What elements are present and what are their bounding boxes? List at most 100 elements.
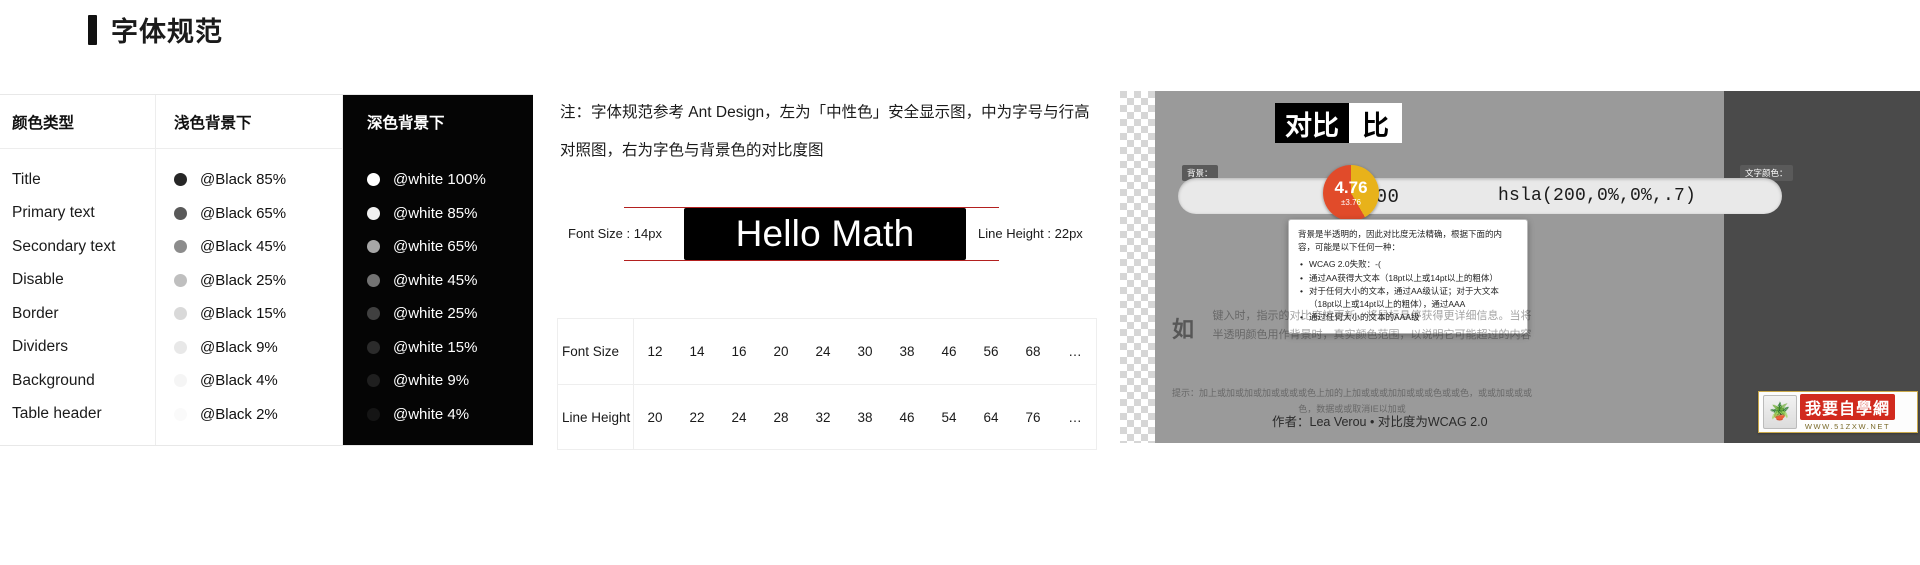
color-table: 颜色类型 浅色背景下 深色背景下 Title @Black 85% @white 1… [0,94,533,446]
light-value-label: @Black 65% [200,204,287,222]
contrast-title: 对比 比 [1275,103,1402,143]
light-value-label: @Black 45% [200,238,287,256]
contrast-ratio-value: 4.76 [1334,178,1368,197]
cell-dark-value: @white 9% [343,364,533,398]
dark-value-label: @white 85% [393,204,478,222]
cell-dark-value: @white 25% [343,297,533,331]
line-height-annotation: Line Height : 22px [974,224,1087,243]
cell-light-value: @Black 45% [156,230,343,264]
size-value: 16 [731,344,747,359]
cell-color-type: Secondary text [0,230,156,264]
faded-paragraph-1: 键入时，指示的对比度被更新。将鼠标悬停获得更详细信息。当将半透明颜色用作背景时，… [1212,310,1532,342]
size-value: 38 [857,409,873,425]
color-swatch-light [174,340,187,354]
table-row: Dividers @Black 9% @white 15% [0,330,533,364]
popover-item: 通过AA获得大文本（18pt以上或14pt以上的粗体） [1300,272,1518,285]
table-row: Border @Black 15% @white 25% [0,297,533,331]
contrast-title-black: 对比 [1275,103,1349,143]
color-table-spacer [0,149,533,163]
cell-color-type: Dividers [0,330,156,364]
color-swatch-light [174,374,187,388]
size-value: 46 [941,344,957,359]
color-swatch-dark [367,206,380,220]
size-value: 68 [1025,344,1041,359]
foreground-color-input[interactable]: hsla(200,0%,0%,.7) [1498,186,1696,206]
watermark-url: WWW.51ZXW.NET [1804,421,1891,431]
cell-light-value: @Black 65% [156,196,343,230]
size-scale-table: Font Size 12 14 16 20 24 30 38 46 56 68… Line Heigh… [557,318,1097,450]
column-header-dark: 深色背景下 [343,95,533,149]
color-type-label: Primary text [12,204,95,222]
color-type-label: Secondary text [12,237,116,255]
dark-value-label: @white 15% [393,338,478,356]
contrast-ratio-delta: ±3.76 [1341,198,1361,207]
dark-value-label: @white 100% [393,171,486,189]
table-row: Title @Black 85% @white 100% [0,163,533,197]
page-title-text: 字体规范 [111,17,223,47]
cell-light-value: @Black 15% [156,297,343,331]
table-row: Primary text @Black 65% @white 85% [0,196,533,230]
cell-dark-value: @white 45% [343,263,533,297]
column-header-light: 浅色背景下 [156,95,343,149]
note-line-2: 对照图，右为字色与背景色的对比度图 [560,142,824,159]
size-value: 56 [983,344,999,359]
dark-value-label: @white 4% [393,405,470,423]
size-value: 22 [689,409,705,425]
light-value-label: @Black 9% [200,338,278,356]
color-swatch-light [174,240,187,254]
cell-light-value: @Black 4% [156,364,343,398]
contrast-tool-panel: 对比 比 背景： 文字颜色： #00000 hsla(200,0%,0%,.7)… [1120,91,1920,443]
note-block: 注：字体规范参考 Ant Design，左为「中性色」安全显示图，中为字号与行高… [560,94,1120,170]
author-credit: 作者：Lea Verou • 对比度为WCAG 2.0 [1272,415,1488,429]
size-value: 28 [773,409,789,425]
cell-dark-value: @white 100% [343,163,533,197]
cell-light-value: @Black 25% [156,263,343,297]
sample-text: Hello Math [735,213,915,254]
color-input-bar[interactable]: #00000 hsla(200,0%,0%,.7) [1178,178,1782,214]
color-type-label: Border [12,304,59,322]
size-value: 30 [857,344,873,359]
size-value: 32 [815,409,831,425]
contrast-ratio-badge[interactable]: 4.76 ±3.76 [1323,165,1379,221]
size-value: 12 [647,344,663,359]
color-swatch-light [174,173,187,187]
size-value: … [1068,344,1082,359]
watermark-name: 我要自學網 [1800,393,1896,420]
column-header-type: 颜色类型 [0,95,156,149]
size-value: 20 [647,409,663,425]
color-swatch-dark [367,273,380,287]
light-value-label: @Black 2% [200,405,278,423]
cell-dark-value: @white 85% [343,196,533,230]
table-row: Disable @Black 25% @white 45% [0,263,533,297]
size-value: 64 [983,409,999,425]
table-row: Secondary text @Black 45% @white 65% [0,230,533,264]
typography-demo: Font Size : 14px Hello Math Line Height … [560,194,1100,274]
size-table-row: Line Height 20 22 24 28 32 38 46 54 64 76… [558,384,1096,450]
color-table-header-row: 颜色类型 浅色背景下 深色背景下 [0,95,533,149]
size-value: … [1068,409,1082,425]
cell-light-value: @Black 9% [156,330,343,364]
color-swatch-light [174,407,187,421]
cell-color-type: Background [0,364,156,398]
dark-value-label: @white 45% [393,271,478,289]
color-type-label: Background [12,371,95,389]
dark-value-label: @white 25% [393,305,478,323]
cell-color-type: Disable [0,263,156,297]
light-value-label: @Black 25% [200,271,287,289]
popover-intro: 背景是半透明的，因此对比度无法精确，根据下面的内容，可能是以下任何一种： [1298,229,1503,253]
size-table-row: Font Size 12 14 16 20 24 30 38 46 56 68… [558,319,1096,384]
note-line-1: 注：字体规范参考 Ant Design，左为「中性色」安全显示图，中为字号与行高 [560,104,1090,121]
color-swatch-light [174,206,187,220]
plant-icon: 🪴 [1763,395,1797,429]
size-row-label: Line Height [558,384,634,450]
font-size-annotation: Font Size : 14px [564,224,666,243]
color-swatch-light [174,273,187,287]
color-swatch-dark [367,307,380,321]
dark-value-label: @white 65% [393,238,478,256]
cell-color-type: Primary text [0,196,156,230]
color-swatch-dark [367,173,380,187]
cell-dark-value: @white 65% [343,230,533,264]
light-value-label: @Black 85% [200,171,287,189]
size-value: 20 [773,344,789,359]
color-swatch-dark [367,340,380,354]
